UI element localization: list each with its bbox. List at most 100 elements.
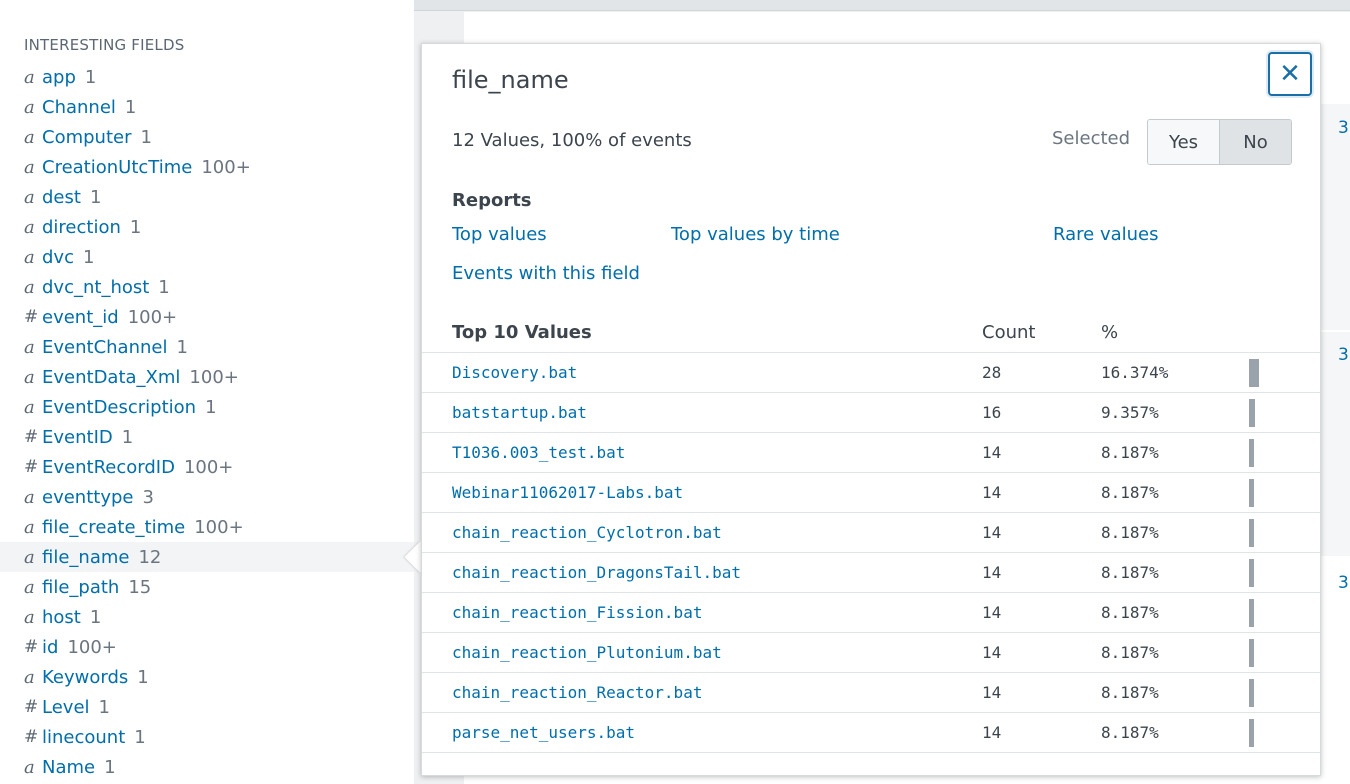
field-name[interactable]: direction bbox=[42, 217, 121, 238]
field-name[interactable]: app bbox=[42, 67, 76, 88]
field-item[interactable]: a dest 1 bbox=[0, 182, 414, 212]
field-item[interactable]: a dvc 1 bbox=[0, 242, 414, 272]
value-percent: 8.187% bbox=[1101, 723, 1159, 742]
event-number[interactable]: 3 bbox=[1338, 573, 1349, 593]
field-name[interactable]: EventDescription bbox=[42, 397, 196, 418]
percent-bar bbox=[1249, 479, 1259, 507]
field-item[interactable]: # EventRecordID 100+ bbox=[0, 452, 414, 482]
value-percent: 8.187% bbox=[1101, 603, 1159, 622]
value-link[interactable]: chain_reaction_Fission.bat bbox=[452, 603, 702, 622]
field-name[interactable]: Channel bbox=[42, 97, 116, 118]
field-item[interactable]: a EventData_Xml 100+ bbox=[0, 362, 414, 392]
field-name[interactable]: Keywords bbox=[42, 667, 128, 688]
percent-bar bbox=[1249, 399, 1259, 427]
events-with-field-link[interactable]: Events with this field bbox=[452, 263, 640, 284]
field-name[interactable]: EventChannel bbox=[42, 337, 167, 358]
field-item[interactable]: a Computer 1 bbox=[0, 122, 414, 152]
field-item[interactable]: a Name 1 bbox=[0, 752, 414, 782]
percent-bar bbox=[1249, 679, 1259, 707]
field-item[interactable]: a Channel 1 bbox=[0, 92, 414, 122]
value-count: 14 bbox=[982, 563, 1002, 582]
event-number[interactable]: 3 bbox=[1338, 345, 1349, 365]
field-item[interactable]: a host 1 bbox=[0, 602, 414, 632]
field-item[interactable]: # EventID 1 bbox=[0, 422, 414, 452]
percent-bar bbox=[1249, 639, 1259, 667]
field-item[interactable]: a file_path 15 bbox=[0, 572, 414, 602]
field-item[interactable]: a app 1 bbox=[0, 62, 414, 92]
field-name[interactable]: file_name bbox=[42, 547, 129, 568]
value-link[interactable]: Discovery.bat bbox=[452, 363, 577, 382]
field-name[interactable]: file_create_time bbox=[42, 517, 185, 538]
field-name[interactable]: Computer bbox=[42, 127, 131, 148]
close-button[interactable]: ✕ bbox=[1268, 52, 1312, 96]
field-item[interactable]: a EventDescription 1 bbox=[0, 392, 414, 422]
field-item[interactable]: a dvc_nt_host 1 bbox=[0, 272, 414, 302]
numeric-type-icon: # bbox=[24, 697, 39, 717]
value-count: 14 bbox=[982, 443, 1002, 462]
string-type-icon: a bbox=[24, 156, 35, 178]
field-name[interactable]: dvc_nt_host bbox=[42, 277, 149, 298]
field-item[interactable]: a file_name 12 bbox=[0, 542, 414, 572]
string-type-icon: a bbox=[24, 186, 35, 208]
percent-bar-fill bbox=[1249, 679, 1254, 707]
value-link[interactable]: parse_net_users.bat bbox=[452, 723, 635, 742]
numeric-type-icon: # bbox=[24, 727, 39, 747]
string-type-icon: a bbox=[24, 666, 35, 688]
events-toolbar bbox=[414, 0, 1350, 11]
field-name[interactable]: EventData_Xml bbox=[42, 367, 180, 388]
top-values-by-time-link[interactable]: Top values by time bbox=[671, 224, 840, 245]
value-count: 14 bbox=[982, 723, 1002, 742]
field-item[interactable]: a CreationUtcTime 100+ bbox=[0, 152, 414, 182]
field-name[interactable]: linecount bbox=[42, 727, 125, 748]
popover-title: file_name bbox=[452, 66, 569, 94]
header-top-values: Top 10 Values bbox=[452, 322, 592, 343]
value-link[interactable]: T1036.003_test.bat bbox=[452, 443, 625, 462]
value-link[interactable]: chain_reaction_Cyclotron.bat bbox=[452, 523, 722, 542]
string-type-icon: a bbox=[24, 246, 35, 268]
value-link[interactable]: chain_reaction_Reactor.bat bbox=[452, 683, 702, 702]
field-name[interactable]: EventID bbox=[42, 427, 113, 448]
field-name[interactable]: host bbox=[42, 607, 81, 628]
field-item[interactable]: # id 100+ bbox=[0, 632, 414, 662]
field-item[interactable]: a Keywords 1 bbox=[0, 662, 414, 692]
field-item[interactable]: a eventtype 3 bbox=[0, 482, 414, 512]
field-name[interactable]: Name bbox=[42, 757, 95, 778]
close-icon: ✕ bbox=[1279, 59, 1301, 89]
top-values-link[interactable]: Top values bbox=[452, 224, 547, 245]
value-count: 14 bbox=[982, 603, 1002, 622]
percent-bar-fill bbox=[1249, 639, 1254, 667]
value-count: 14 bbox=[982, 483, 1002, 502]
fields-sidebar: INTERESTING FIELDS a app 1 a Channel 1 a Comput… bbox=[0, 0, 414, 784]
selected-yes-button[interactable]: Yes bbox=[1148, 120, 1219, 164]
event-number[interactable]: 3 bbox=[1338, 118, 1349, 138]
field-item[interactable]: # Level 1 bbox=[0, 692, 414, 722]
field-item[interactable]: a file_create_time 100+ bbox=[0, 512, 414, 542]
field-count: 100+ bbox=[201, 156, 251, 178]
field-name[interactable]: dvc bbox=[42, 247, 74, 268]
value-percent: 16.374% bbox=[1101, 363, 1169, 382]
values-table-header: Top 10 Values Count % bbox=[422, 312, 1320, 353]
field-name[interactable]: EventRecordID bbox=[42, 457, 175, 478]
field-name[interactable]: event_id bbox=[42, 307, 119, 328]
percent-bar-fill bbox=[1249, 719, 1254, 747]
value-link[interactable]: batstartup.bat bbox=[452, 403, 587, 422]
field-count: 1 bbox=[89, 186, 102, 208]
field-name[interactable]: file_path bbox=[42, 577, 119, 598]
field-item[interactable]: # event_id 100+ bbox=[0, 302, 414, 332]
field-name[interactable]: dest bbox=[42, 187, 81, 208]
selected-no-button[interactable]: No bbox=[1219, 120, 1291, 164]
field-count: 1 bbox=[134, 726, 146, 748]
field-name[interactable]: CreationUtcTime bbox=[42, 157, 192, 178]
field-name[interactable]: id bbox=[42, 637, 58, 658]
field-name[interactable]: eventtype bbox=[42, 487, 133, 508]
rare-values-link[interactable]: Rare values bbox=[1053, 224, 1159, 245]
value-link[interactable]: chain_reaction_Plutonium.bat bbox=[452, 643, 722, 662]
field-item[interactable]: a direction 1 bbox=[0, 212, 414, 242]
field-item[interactable]: a EventChannel 1 bbox=[0, 332, 414, 362]
field-item[interactable]: # linecount 1 bbox=[0, 722, 414, 752]
field-name[interactable]: Level bbox=[42, 697, 90, 718]
value-row: chain_reaction_Plutonium.bat 14 8.187% bbox=[422, 633, 1320, 673]
field-count: 15 bbox=[128, 576, 152, 598]
value-link[interactable]: Webinar11062017-Labs.bat bbox=[452, 483, 683, 502]
value-link[interactable]: chain_reaction_DragonsTail.bat bbox=[452, 563, 741, 582]
